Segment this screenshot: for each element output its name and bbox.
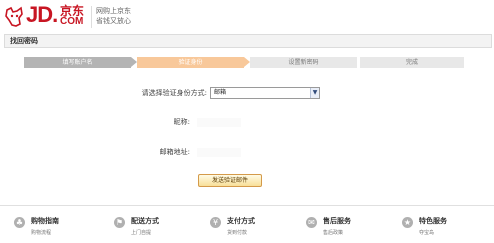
- step-verify-identity: 验证身份: [137, 57, 244, 68]
- step-complete: 完成: [360, 57, 464, 68]
- payment-icon: ¥: [210, 217, 221, 228]
- footer-link[interactable]: 购物流程: [31, 229, 51, 237]
- footer-link[interactable]: 夺宝岛: [419, 229, 434, 237]
- footer-link[interactable]: 上门自提: [131, 229, 151, 237]
- progress-steps: 填写账户名 验证身份 设置新密码 完成: [24, 57, 464, 68]
- email-label: 邮箱地址:: [159, 148, 190, 156]
- step-fill-account: 填写账户名: [24, 57, 131, 68]
- email-value: [197, 148, 241, 157]
- footer-title: 特色服务: [419, 217, 447, 225]
- send-verification-email-button[interactable]: 发送验证邮件: [198, 174, 262, 187]
- slogan-line-1: 网购上京东: [96, 7, 131, 15]
- delivery-icon: ⚑: [114, 217, 125, 228]
- footer-link[interactable]: 货到付款: [227, 229, 247, 237]
- after-sales-icon: ✉: [306, 217, 317, 228]
- special-service-icon: ★: [402, 217, 413, 228]
- footer-divider: [0, 205, 494, 206]
- footer-link[interactable]: 售后政策: [323, 229, 343, 237]
- slogan: 网购上京东 省钱又放心: [96, 6, 131, 26]
- page-title-bar: 找回密码: [4, 34, 492, 48]
- footer-title: 支付方式: [227, 217, 255, 225]
- footer-title: 售后服务: [323, 217, 351, 225]
- footer-title: 购物指南: [31, 217, 59, 225]
- verify-method-select[interactable]: 邮箱 ▼: [210, 87, 320, 99]
- method-label: 请选择验证身份方式:: [141, 89, 207, 97]
- page-title: 找回密码: [10, 37, 38, 45]
- nickname-value: [197, 118, 241, 127]
- logo-com-text: COM: [60, 16, 84, 27]
- footer-title: 配送方式: [131, 217, 159, 225]
- nickname-label: 昵称:: [173, 118, 190, 126]
- slogan-line-2: 省钱又放心: [96, 17, 131, 25]
- shopping-guide-icon: ♣: [14, 217, 25, 228]
- chevron-down-icon[interactable]: ▼: [310, 88, 319, 98]
- step-set-password: 设置新密码: [250, 57, 357, 68]
- verify-method-value: 邮箱: [214, 89, 227, 96]
- dog-mascot-icon: [5, 6, 23, 27]
- slogan-divider: [91, 6, 92, 28]
- logo-jd-text: JD.: [26, 2, 58, 27]
